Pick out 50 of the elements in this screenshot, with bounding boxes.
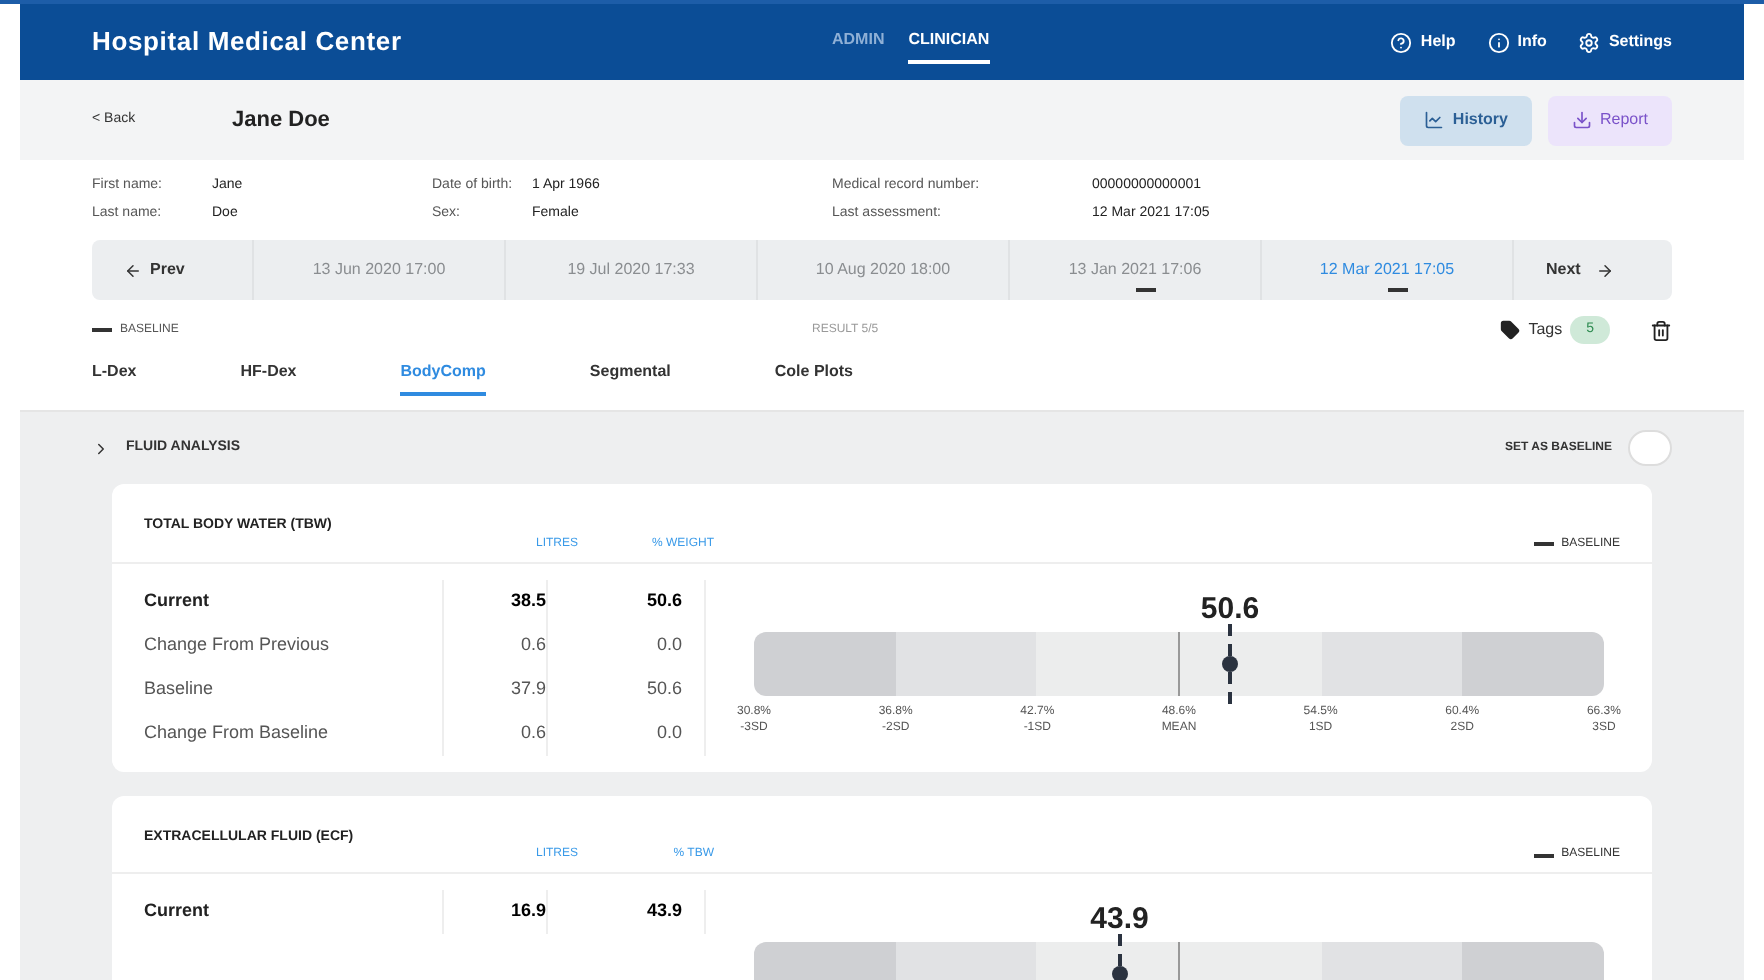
settings-link[interactable]: Settings: [1578, 30, 1672, 54]
tab[interactable]: Cole Plots: [774, 360, 854, 396]
table-cell: 0.0: [546, 711, 682, 755]
table-cell: 0.6: [442, 623, 546, 667]
tab[interactable]: L-Dex: [92, 360, 137, 396]
mode-tab[interactable]: ADMIN: [832, 20, 885, 64]
help-link[interactable]: Help: [1390, 30, 1456, 54]
gauge-value: 43.9: [1090, 900, 1149, 940]
table-cell: 0.6: [442, 711, 546, 755]
table-cell: 50.6: [546, 667, 682, 711]
arrow-right-icon: [1596, 261, 1615, 279]
mode-tab[interactable]: CLINICIAN: [908, 20, 990, 64]
table-cell: 16.9: [442, 890, 546, 934]
row-label: Baseline: [142, 675, 216, 702]
help-icon: [1390, 31, 1413, 53]
arrow-left-icon: [124, 261, 142, 279]
tab[interactable]: HF-Dex: [240, 360, 297, 396]
tags-label: Tags: [1528, 318, 1563, 342]
download-icon: [1571, 110, 1592, 130]
timeline-tick: [1135, 288, 1155, 292]
baseline-legend-icon: [1533, 853, 1554, 857]
row-label: Change From Previous: [142, 631, 332, 658]
patient-name: Jane Doe: [232, 105, 330, 136]
report-button[interactable]: Report: [1547, 95, 1672, 145]
table-cell: 50.6: [546, 579, 682, 623]
baseline-legend-icon: [1533, 542, 1554, 546]
next-button[interactable]: Next: [1512, 240, 1672, 300]
delete-icon[interactable]: [1650, 319, 1672, 341]
settings-icon: [1578, 31, 1601, 53]
app-title: Hospital Medical Center: [92, 24, 404, 61]
chevron-icon[interactable]: [92, 439, 110, 457]
row-label: Current: [142, 898, 212, 925]
table-cell: 43.9: [546, 890, 682, 934]
table-cell: 0.0: [546, 623, 682, 667]
info-link[interactable]: Info: [1487, 30, 1547, 54]
info-icon: [1487, 31, 1510, 53]
gauge-value: 50.6: [1200, 589, 1260, 629]
row-label: Current: [142, 587, 212, 614]
table-cell: 38.5: [442, 579, 546, 623]
chart-icon: [1424, 110, 1445, 130]
history-button[interactable]: History: [1400, 95, 1532, 145]
baseline-toggle[interactable]: [1628, 430, 1672, 466]
row-label: Change From Baseline: [142, 719, 331, 746]
table-cell: 37.9: [442, 667, 546, 711]
tab[interactable]: Segmental: [589, 360, 671, 396]
timeline-tick: [1387, 288, 1407, 292]
tag-icon: [1500, 320, 1521, 340]
tab[interactable]: BodyComp: [400, 360, 486, 396]
baseline-legend-icon: [92, 328, 112, 332]
prev-button[interactable]: Prev: [92, 240, 252, 300]
